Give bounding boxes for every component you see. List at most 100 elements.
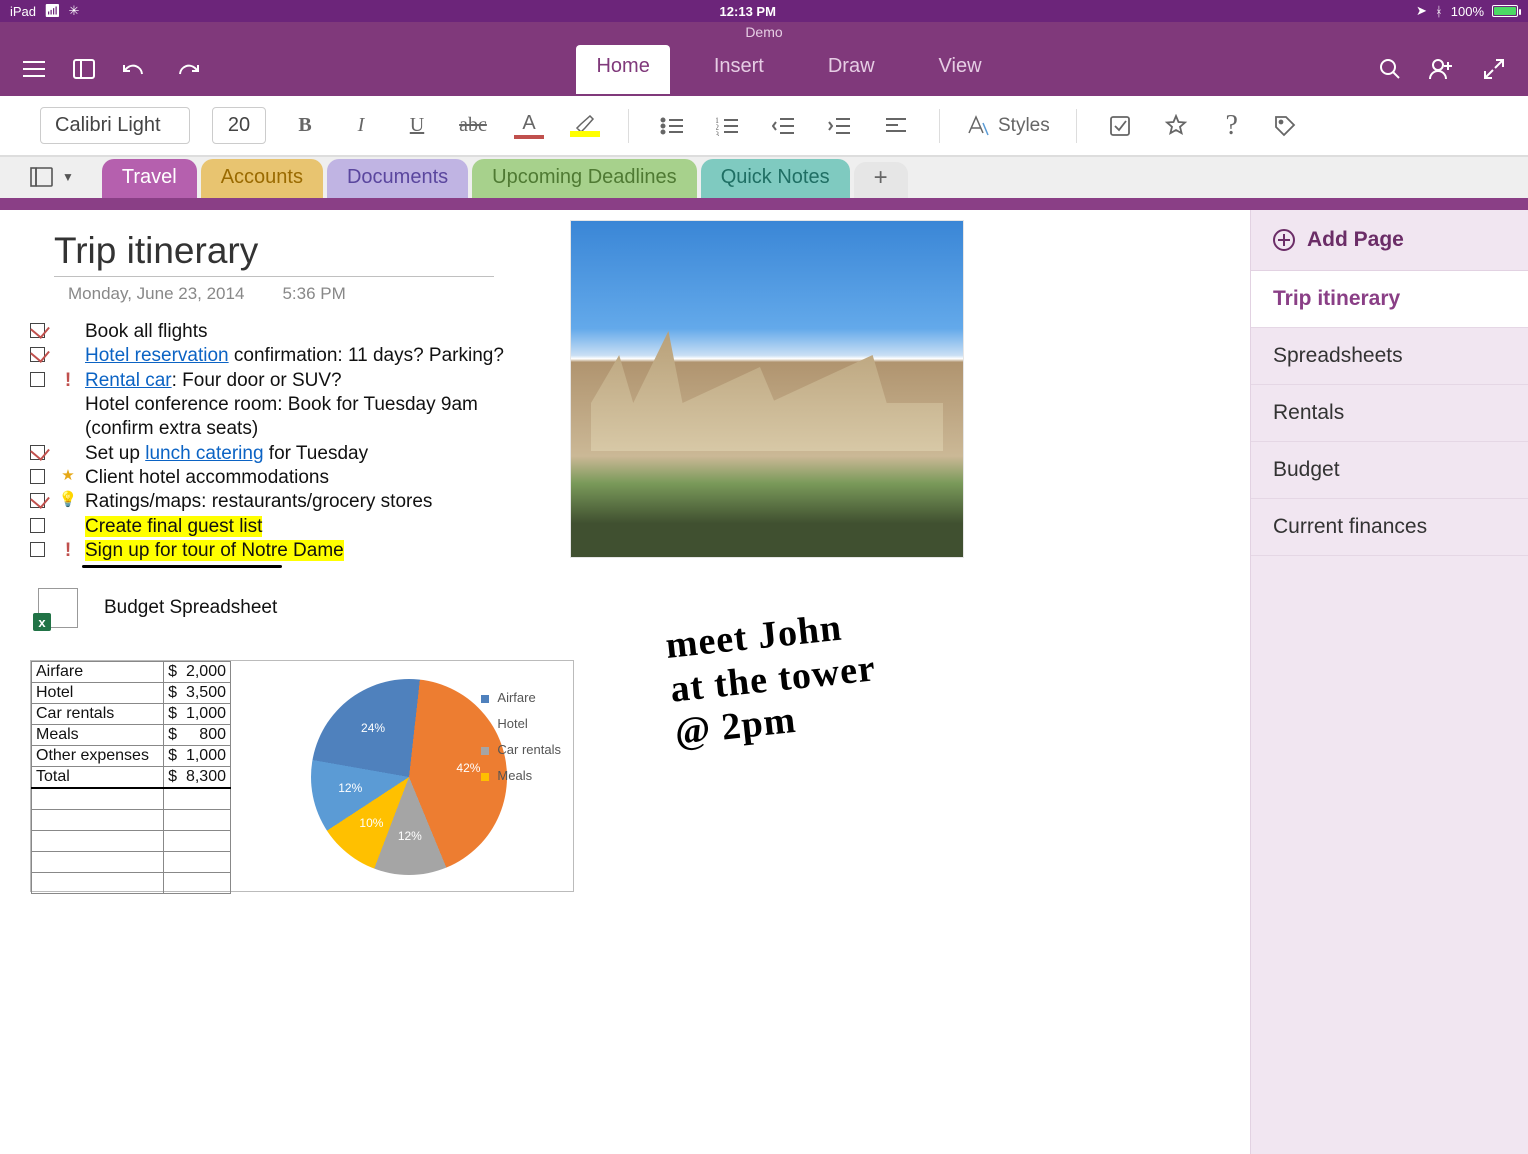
table-total-amount: $ 8,300 [164, 767, 231, 789]
todo-row[interactable]: ★ Client hotel accommodations [30, 466, 504, 490]
section-tab-upcoming-deadlines[interactable]: Upcoming Deadlines [472, 159, 697, 198]
font-name-select[interactable]: Calibri Light [40, 107, 190, 144]
outdent-button[interactable] [767, 109, 801, 143]
page-item-current-finances[interactable]: Current finances [1251, 499, 1528, 556]
ribbon-tab-draw[interactable]: Draw [808, 45, 895, 94]
todo-checkbox[interactable] [30, 347, 45, 362]
important-tag-icon: ! [65, 539, 71, 563]
todo-text: Sign up for tour of Notre Dame [85, 539, 344, 563]
table-row-label: Other expenses [32, 746, 164, 767]
styles-button[interactable]: Styles [966, 109, 1050, 143]
todo-row[interactable]: Create final guest list [30, 515, 504, 539]
ribbon-tab-insert[interactable]: Insert [694, 45, 784, 94]
chevron-down-icon: ▼ [62, 170, 74, 184]
section-tab-accounts[interactable]: Accounts [201, 159, 323, 198]
todo-text: Client hotel accommodations [85, 466, 329, 490]
todo-checkbox[interactable] [30, 469, 45, 484]
todo-checkbox[interactable] [30, 323, 45, 338]
section-tab-travel[interactable]: Travel [102, 159, 197, 198]
fullscreen-icon[interactable] [1482, 57, 1506, 81]
question-tag-button[interactable]: ? [1215, 109, 1249, 143]
todo-checkbox[interactable] [30, 372, 45, 387]
strikethrough-button[interactable]: abc [456, 109, 490, 143]
todo-row[interactable]: Book all flights [30, 320, 504, 344]
todo-tag-button[interactable] [1103, 109, 1137, 143]
todo-row[interactable]: Hotel conference room: Book for Tuesday … [30, 393, 504, 442]
wifi-icon: 📶︎ [44, 3, 61, 19]
todo-text: Set up lunch catering for Tuesday [85, 442, 368, 466]
italic-button[interactable]: I [344, 109, 378, 143]
tags-dropdown-button[interactable] [1271, 109, 1305, 143]
bulleted-list-button[interactable] [655, 109, 689, 143]
table-row-label: Airfare [32, 662, 164, 683]
bold-button[interactable]: B [288, 109, 322, 143]
font-size-select[interactable]: 20 [212, 107, 266, 144]
todo-row[interactable]: Set up lunch catering for Tuesday [30, 442, 504, 466]
underline-button[interactable]: U [400, 109, 434, 143]
todo-checkbox[interactable] [30, 518, 45, 533]
add-section-button[interactable]: + [854, 162, 908, 198]
ribbon-tab-home[interactable]: Home [576, 45, 669, 94]
todo-checkbox[interactable] [30, 542, 45, 557]
file-attachment[interactable]: Budget Spreadsheet [38, 588, 277, 628]
undo-icon[interactable] [122, 59, 148, 79]
page-title[interactable]: Trip itinerary [54, 230, 258, 272]
font-color-button[interactable]: A [512, 109, 546, 143]
todo-row[interactable]: 💡 Ratings/maps: restaurants/grocery store… [30, 490, 504, 514]
panel-toggle-icon[interactable] [72, 57, 96, 81]
budget-chart[interactable]: Airfare$ 2,000Hotel$ 3,500Car rentals$ 1… [30, 660, 574, 892]
page-item-spreadsheets[interactable]: Spreadsheets [1251, 328, 1528, 385]
idea-tag-icon: 💡 [59, 490, 78, 509]
battery-icon [1492, 5, 1518, 17]
todo-text: Hotel reservation confirmation: 11 days?… [85, 344, 504, 368]
todo-text: Book all flights [85, 320, 208, 344]
align-button[interactable] [879, 109, 913, 143]
highlighter-button[interactable] [568, 109, 602, 143]
page-sidebar: Add Page Trip itinerarySpreadsheetsRenta… [1250, 210, 1528, 1154]
redo-icon[interactable] [174, 59, 200, 79]
note-canvas[interactable]: Trip itinerary Monday, June 23, 2014 5:3… [0, 210, 1250, 1154]
clock: 12:13 PM [720, 4, 776, 19]
table-row-label: Car rentals [32, 704, 164, 725]
todo-row[interactable]: Hotel reservation confirmation: 11 days?… [30, 344, 504, 368]
table-row-label: Meals [32, 725, 164, 746]
device-label: iPad [10, 4, 36, 19]
ribbon-nav-tabs: Home Insert Draw View [222, 45, 1356, 94]
search-icon[interactable] [1378, 57, 1402, 81]
table-row-amount: $ 3,500 [164, 683, 231, 704]
table-total-label: Total [32, 767, 164, 789]
page-item-budget[interactable]: Budget [1251, 442, 1528, 499]
todo-text: Create final guest list [85, 515, 262, 539]
share-user-icon[interactable] [1428, 57, 1456, 81]
table-row-label: Hotel [32, 683, 164, 704]
hamburger-icon[interactable] [22, 59, 46, 79]
todo-text: Ratings/maps: restaurants/grocery stores [85, 490, 432, 514]
legend-item: Car rentals [481, 737, 561, 763]
add-page-button[interactable]: Add Page [1251, 210, 1528, 271]
activity-icon: ✳ [69, 3, 80, 19]
location-icon: ➤ [1416, 3, 1427, 19]
pie-slice-label: 12% [338, 781, 362, 795]
ribbon-tab-view[interactable]: View [919, 45, 1002, 94]
section-tab-quick-notes[interactable]: Quick Notes [701, 159, 850, 198]
bluetooth-icon: ᚼ [1435, 4, 1443, 19]
excel-icon [38, 588, 78, 628]
home-ribbon: Calibri Light 20 B I U abc A 123 Styles … [0, 96, 1528, 156]
star-tag-button[interactable] [1159, 109, 1193, 143]
table-row-amount: $ 2,000 [164, 662, 231, 683]
star-tag-icon: ★ [61, 466, 74, 485]
page-item-rentals[interactable]: Rentals [1251, 385, 1528, 442]
section-tab-documents[interactable]: Documents [327, 159, 468, 198]
table-row-amount: $ 800 [164, 725, 231, 746]
numbered-list-button[interactable]: 123 [711, 109, 745, 143]
notebook-dropdown[interactable]: ▼ [20, 162, 84, 198]
todo-checkbox[interactable] [30, 493, 45, 508]
page-item-trip-itinerary[interactable]: Trip itinerary [1251, 271, 1528, 328]
todo-checkbox[interactable] [30, 445, 45, 460]
handwriting-note[interactable]: meet John at the tower @ 2pm [664, 604, 883, 756]
todo-row[interactable]: ! Sign up for tour of Notre Dame [30, 539, 504, 563]
todo-text: Rental car: Four door or SUV? [85, 369, 342, 393]
indent-button[interactable] [823, 109, 857, 143]
todo-row[interactable]: !Rental car: Four door or SUV? [30, 369, 504, 393]
embedded-image[interactable] [570, 220, 964, 558]
